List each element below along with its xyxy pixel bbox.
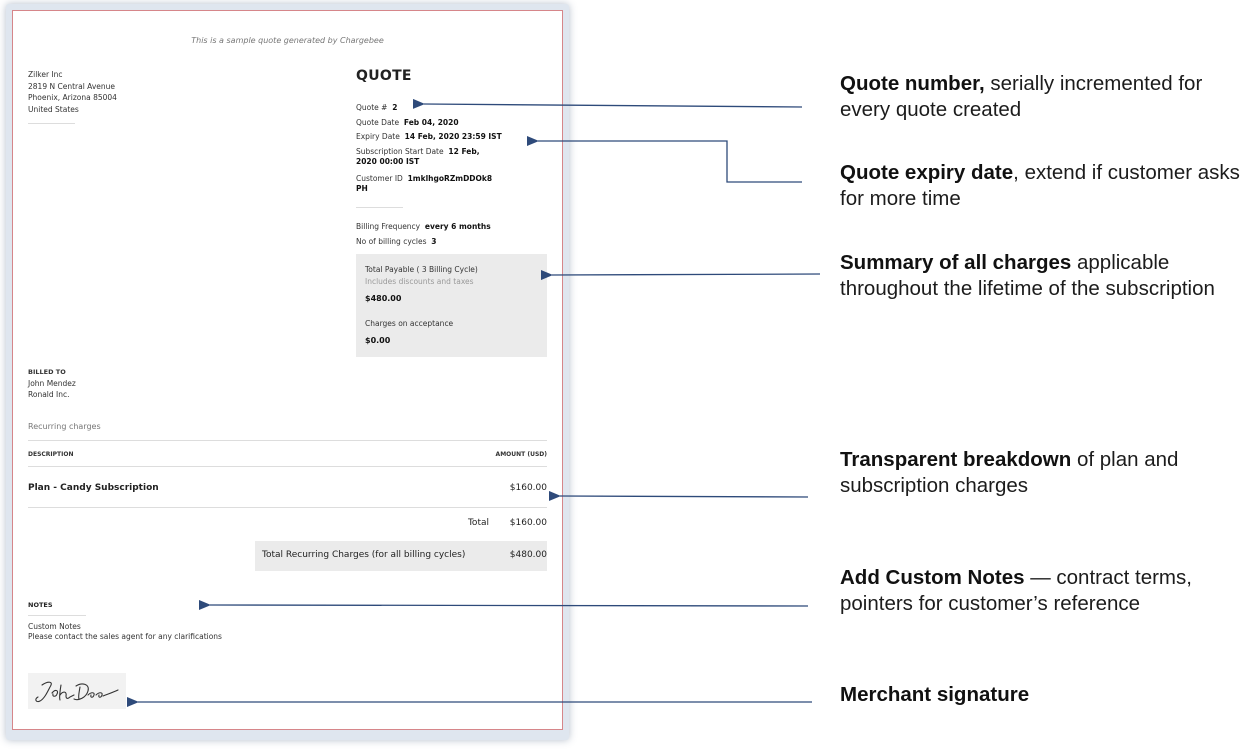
- callout-summary: Summary of all charges applicable throug…: [840, 251, 1215, 300]
- expiry-date-arrow: [527, 136, 802, 183]
- callout-expiry-date: Quote expiry date, extend if customer as…: [840, 161, 1240, 210]
- notes-arrow: [198, 599, 809, 610]
- quote-number-arrow: [412, 98, 803, 109]
- callout-quote-number: Quote number, serially incremented for e…: [840, 72, 1203, 121]
- callout-breakdown: Transparent breakdown of plan and subscr…: [840, 448, 1179, 497]
- callout-custom-notes: Add Custom Notes — contract terms, point…: [840, 566, 1192, 615]
- breakdown-arrow: [548, 490, 809, 501]
- callout-signature: Merchant signature: [840, 683, 1030, 706]
- summary-arrow: [540, 270, 821, 281]
